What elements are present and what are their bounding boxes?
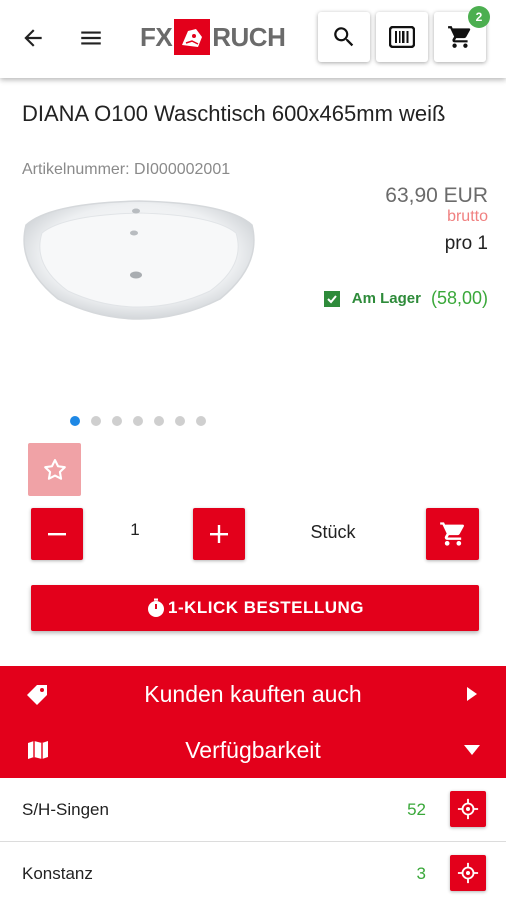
- gallery-dot[interactable]: [91, 416, 101, 426]
- menu-icon[interactable]: [66, 14, 116, 62]
- location-row: Konstanz 3: [0, 842, 506, 900]
- barcode-scan-button[interactable]: [376, 12, 428, 62]
- gallery-dot[interactable]: [70, 416, 80, 426]
- locate-store-button[interactable]: [450, 855, 486, 891]
- search-button[interactable]: [318, 12, 370, 62]
- search-icon: [334, 27, 354, 47]
- cart-button[interactable]: 2: [434, 6, 490, 62]
- stock-status: Am Lager (58,00): [323, 288, 488, 309]
- check-icon: [323, 290, 340, 307]
- chevron-right-icon: [462, 684, 482, 704]
- map-icon: [24, 738, 52, 762]
- logo-mark-icon: [174, 19, 211, 55]
- customers-also-bought-label: Kunden kauften auch: [144, 680, 362, 707]
- product-image[interactable]: [20, 195, 258, 320]
- location-stock-count: 3: [416, 864, 426, 883]
- stopwatch-icon: [148, 598, 164, 617]
- tag-icon: [24, 682, 52, 706]
- locate-store-button[interactable]: [450, 791, 486, 827]
- stock-quantity: (58,00): [430, 288, 488, 308]
- location-row: S/H-Singen 52: [0, 778, 506, 842]
- gallery-dot[interactable]: [175, 416, 185, 426]
- one-click-order-button[interactable]: 1-KLICK BESTELLUNG: [31, 585, 479, 631]
- minus-icon: [48, 533, 66, 536]
- app-header: FX RUCH 2: [0, 0, 506, 78]
- location-stock-count: 52: [407, 800, 426, 819]
- gallery-dot[interactable]: [112, 416, 122, 426]
- quantity-value[interactable]: 1: [100, 520, 170, 540]
- plus-icon: [210, 525, 228, 543]
- crosshair-icon: [457, 798, 479, 820]
- article-number: Artikelnummer: DI000002001: [22, 161, 231, 178]
- one-click-order-label: 1-KLICK BESTELLUNG: [168, 598, 364, 617]
- price-note: brutto: [447, 208, 488, 225]
- decrease-quantity-button[interactable]: [31, 508, 83, 560]
- back-arrow-icon[interactable]: [8, 14, 58, 62]
- brand-logo[interactable]: FX RUCH: [140, 17, 286, 57]
- star-outline-icon: [43, 458, 66, 480]
- product-title: DIANA O100 Waschtisch 600x465mm weiß: [22, 101, 446, 126]
- location-name: S/H-Singen: [22, 800, 109, 819]
- increase-quantity-button[interactable]: [193, 508, 245, 560]
- logo-text-left: FX: [140, 21, 173, 52]
- cart-count-badge: 2: [468, 6, 490, 28]
- favorite-button[interactable]: [28, 443, 81, 496]
- cart-icon: [439, 522, 464, 546]
- location-name: Konstanz: [22, 864, 93, 883]
- stock-label: Am Lager: [351, 290, 421, 307]
- availability-label: Verfügbarkeit: [185, 736, 321, 763]
- barcode-icon: [389, 26, 415, 48]
- logo-text-right: RUCH: [212, 21, 286, 52]
- info-sections-panel: Kunden kauften auch Verfügbarkeit: [0, 666, 506, 778]
- section-availability[interactable]: Verfügbarkeit: [0, 722, 506, 778]
- gallery-dot[interactable]: [133, 416, 143, 426]
- price-per-unit: pro 1: [444, 233, 488, 254]
- crosshair-icon: [457, 862, 479, 884]
- cart-icon: [448, 26, 471, 48]
- gallery-dot[interactable]: [154, 416, 164, 426]
- gallery-dot[interactable]: [196, 416, 206, 426]
- add-to-cart-button[interactable]: [426, 508, 479, 560]
- quantity-unit: Stück: [310, 522, 356, 542]
- section-customers-also-bought[interactable]: Kunden kauften auch: [0, 666, 506, 722]
- gallery-pagination[interactable]: [70, 416, 217, 426]
- chevron-down-icon: [462, 740, 482, 760]
- product-price: 63,90 EUR: [385, 184, 488, 207]
